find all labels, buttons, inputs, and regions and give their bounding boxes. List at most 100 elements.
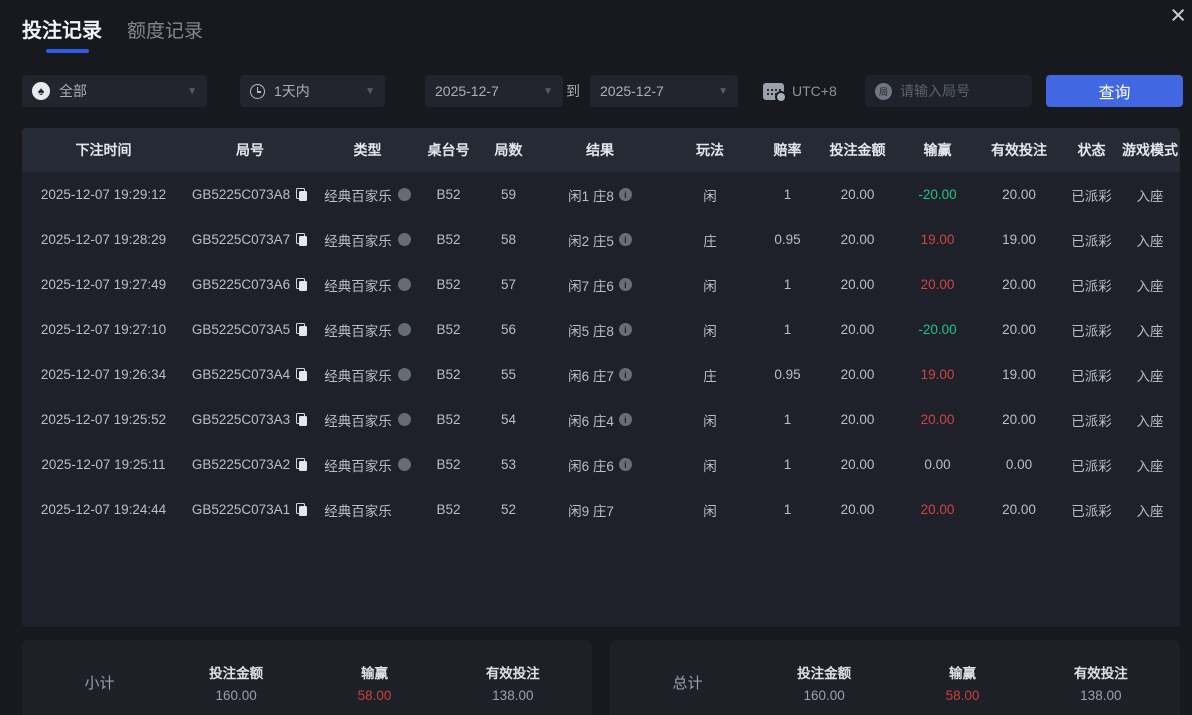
time-range-value: 1天内 xyxy=(274,83,310,99)
type-detail-icon[interactable] xyxy=(397,413,411,426)
result-info-icon[interactable]: i xyxy=(618,233,632,246)
summary-stat: 有效投注 138.00 xyxy=(444,662,582,703)
cell-status: 已派彩 xyxy=(1071,233,1112,249)
result-info-icon[interactable]: i xyxy=(618,188,632,201)
copy-icon[interactable] xyxy=(296,323,308,336)
date-from-dropdown[interactable]: 2025-12-7 ▼ xyxy=(425,75,563,107)
cell-game-type: 经典百家乐 xyxy=(315,410,420,430)
cell-round-no: 55 xyxy=(500,367,517,382)
calendar-clock-icon[interactable] xyxy=(763,82,787,103)
cell-win-loss: 20.00 xyxy=(920,502,955,517)
result-text: 闲2 庄5 xyxy=(568,233,614,249)
cell-round-no: 52 xyxy=(500,502,517,517)
cell-game-mode: 入座 xyxy=(1136,503,1164,519)
cell-win-loss: 19.00 xyxy=(920,232,955,247)
cell-round-no: 56 xyxy=(500,322,517,337)
copy-icon[interactable] xyxy=(296,413,308,426)
cell-valid-bet: 20.00 xyxy=(1002,187,1036,202)
round-search-box: 局 xyxy=(865,75,1032,107)
result-info-icon[interactable]: i xyxy=(618,413,632,426)
cell-round-id: GB5225C073A7 xyxy=(185,232,315,247)
tab-bet-records[interactable]: 投注记录 xyxy=(22,14,102,53)
chevron-down-icon: ▼ xyxy=(543,85,553,97)
cell-game-mode: 入座 xyxy=(1136,188,1164,204)
cell-round-no: 57 xyxy=(500,277,517,292)
cell-play: 闲 xyxy=(703,323,717,339)
game-type-text: 经典百家乐 xyxy=(324,458,392,474)
cell-play: 庄 xyxy=(703,368,717,384)
cell-odds: 1 xyxy=(783,187,792,202)
cell-game-type: 经典百家乐 xyxy=(315,185,420,205)
cell-result: 闲6 庄6 i xyxy=(540,455,660,475)
cell-round-id: GB5225C073A8 xyxy=(185,187,315,202)
copy-icon[interactable] xyxy=(296,458,308,471)
cell-bet-amount: 20.00 xyxy=(840,367,875,382)
result-info-icon[interactable]: i xyxy=(618,458,632,471)
summary-row: 小计 投注金额 160.00 输赢 58.00 有效投注 138.00 总计 投… xyxy=(22,640,1180,715)
result-text: 闲6 庄7 xyxy=(568,368,614,384)
cell-odds: 1 xyxy=(783,502,792,517)
result-info-icon[interactable]: i xyxy=(618,278,632,291)
summary-stat-label: 输赢 xyxy=(360,666,388,681)
type-detail-icon[interactable] xyxy=(397,233,411,246)
cell-odds: 1 xyxy=(783,322,792,337)
cell-result: 闲1 庄8 i xyxy=(540,185,660,205)
date-from-value: 2025-12-7 xyxy=(435,83,499,99)
round-id-text: GB5225C073A8 xyxy=(191,187,291,202)
summary-stat: 输赢 58.00 xyxy=(893,662,1031,703)
tab-label: 额度记录 xyxy=(127,21,204,42)
type-detail-icon[interactable] xyxy=(397,323,411,336)
cell-result: 闲2 庄5 i xyxy=(540,230,660,250)
cell-valid-bet: 19.00 xyxy=(1002,367,1036,382)
cell-play: 闲 xyxy=(703,503,717,519)
cell-status: 已派彩 xyxy=(1071,458,1112,474)
cell-result: 闲7 庄6 i xyxy=(540,275,660,295)
cell-game-mode: 入座 xyxy=(1136,233,1164,249)
copy-icon[interactable] xyxy=(296,503,308,516)
cell-game-type: 经典百家乐 xyxy=(315,365,420,385)
cell-win-loss: 20.00 xyxy=(920,412,955,427)
date-to-value: 2025-12-7 xyxy=(600,83,664,99)
copy-icon[interactable] xyxy=(296,368,308,381)
cell-table-no: B52 xyxy=(436,457,461,472)
copy-icon[interactable] xyxy=(296,278,308,291)
summary-stat-label: 有效投注 xyxy=(485,666,540,681)
close-icon[interactable]: × xyxy=(1170,2,1186,29)
tab-quota-records[interactable]: 额度记录 xyxy=(127,16,203,53)
result-info-icon[interactable]: i xyxy=(618,368,632,381)
type-detail-icon[interactable] xyxy=(397,278,411,291)
date-to-dropdown[interactable]: 2025-12-7 ▼ xyxy=(590,75,738,107)
tab-bar: 投注记录 额度记录 xyxy=(22,14,203,53)
game-type-dropdown[interactable]: ♠ 全部 ▼ xyxy=(22,75,207,107)
type-detail-icon[interactable] xyxy=(397,458,411,471)
type-detail-icon[interactable] xyxy=(397,368,411,381)
summary-panel: 小计 投注金额 160.00 输赢 58.00 有效投注 138.00 xyxy=(22,640,592,715)
cell-win-loss: -20.00 xyxy=(918,187,957,202)
query-button[interactable]: 查询 xyxy=(1046,75,1183,107)
cell-bet-time: 2025-12-07 19:24:44 xyxy=(40,502,167,517)
table-row: 2025-12-07 19:27:49 GB5225C073A6 经典百家乐 B… xyxy=(22,262,1180,307)
cell-win-loss: 20.00 xyxy=(920,277,955,292)
cell-game-type: 经典百家乐 xyxy=(315,455,420,475)
table-row: 2025-12-07 19:24:44 GB5225C073A1 经典百家乐 B… xyxy=(22,487,1180,532)
type-detail-icon[interactable] xyxy=(397,188,411,201)
cell-bet-amount: 20.00 xyxy=(840,187,875,202)
result-text: 闲1 庄8 xyxy=(568,188,614,204)
cell-game-mode: 入座 xyxy=(1136,458,1164,474)
round-id-text: GB5225C073A1 xyxy=(191,502,291,517)
result-info-icon[interactable]: i xyxy=(618,323,632,336)
result-text: 闲6 庄4 xyxy=(568,413,614,429)
cell-round-id: GB5225C073A6 xyxy=(185,277,315,292)
cell-table-no: B52 xyxy=(436,232,461,247)
copy-icon[interactable] xyxy=(296,188,308,201)
game-type-text: 经典百家乐 xyxy=(324,188,392,204)
time-range-dropdown[interactable]: 1天内 ▼ xyxy=(240,75,385,107)
copy-icon[interactable] xyxy=(296,233,308,246)
summary-panel-label: 小计 xyxy=(84,675,115,692)
column-header: 局号 xyxy=(236,142,264,158)
cell-status: 已派彩 xyxy=(1071,413,1112,429)
cell-round-no: 53 xyxy=(500,457,517,472)
cell-table-no: B52 xyxy=(436,502,461,517)
round-search-input[interactable] xyxy=(900,83,1010,99)
timezone-label: UTC+8 xyxy=(792,83,837,99)
